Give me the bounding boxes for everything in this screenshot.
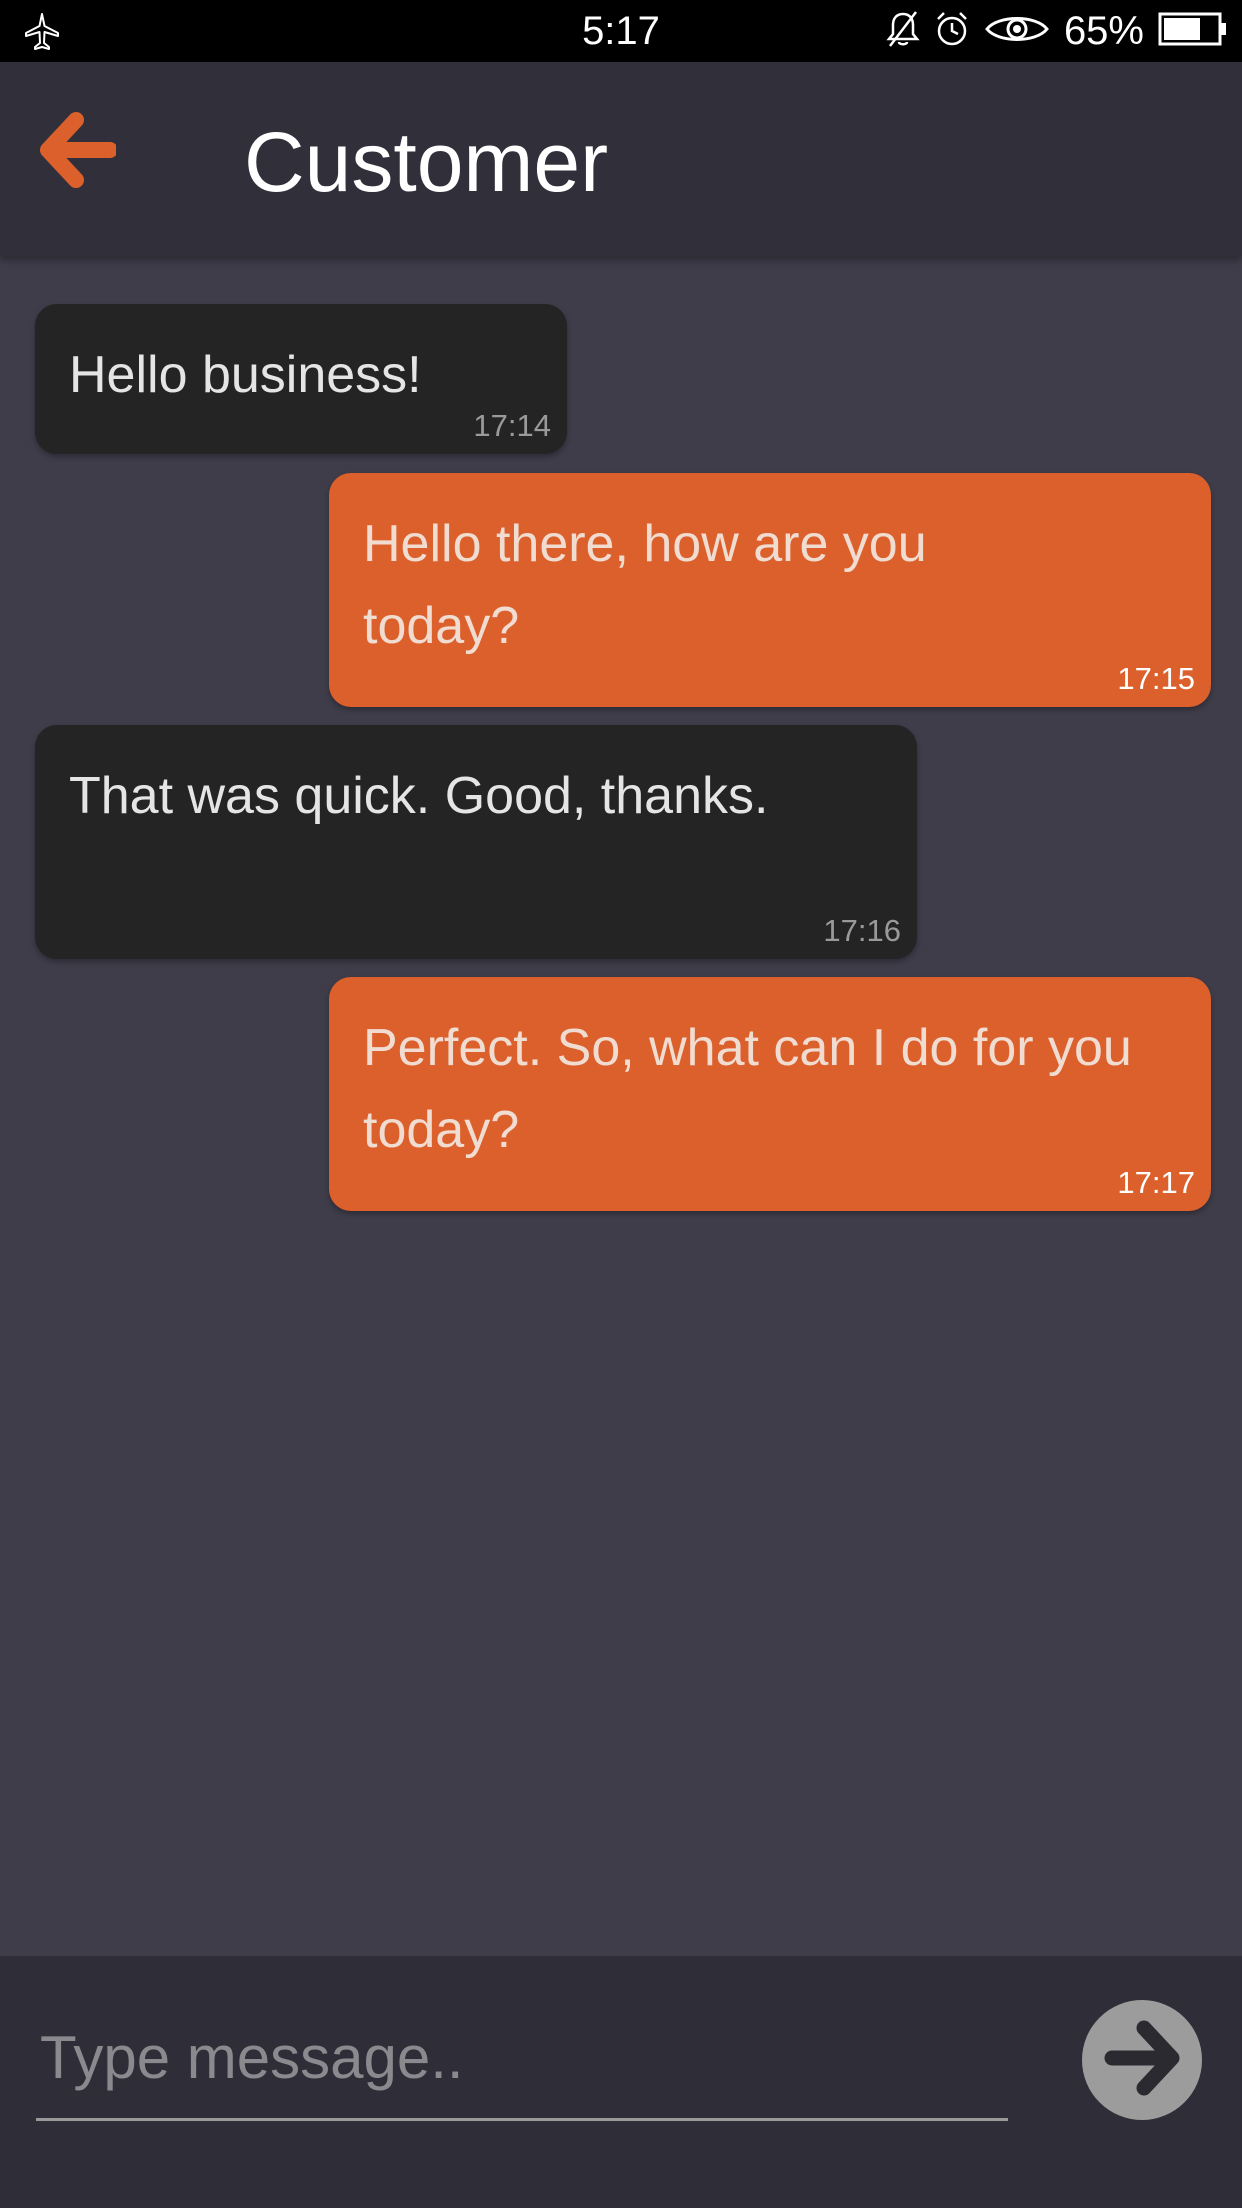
battery-icon	[1158, 12, 1228, 51]
message-time: 17:15	[1117, 661, 1195, 696]
send-button[interactable]	[1082, 2000, 1202, 2120]
battery-percent: 65%	[1063, 9, 1144, 53]
arrow-right-icon	[1100, 2016, 1184, 2105]
status-right-icons: 65%	[886, 8, 1228, 54]
message-input[interactable]	[36, 2016, 1008, 2121]
message-time: 17:17	[1117, 1165, 1195, 1200]
message-bubble-incoming: Hello business! 17:14	[35, 304, 567, 454]
message-list[interactable]: Hello business! 17:14 Hello there, how a…	[0, 256, 1242, 1956]
alarm-icon	[934, 10, 970, 53]
arrow-left-icon	[40, 111, 118, 193]
message-time: 17:16	[823, 913, 901, 948]
message-time: 17:14	[473, 408, 551, 443]
message-bubble-outgoing: Hello there, how are you today? 17:15	[329, 473, 1211, 707]
page-title: Customer	[244, 115, 609, 209]
message-text: That was quick. Good, thanks.	[69, 767, 769, 825]
message-text: Hello business!	[69, 346, 422, 404]
status-bar: 5:17 65%	[0, 0, 1242, 62]
message-bubble-incoming: That was quick. Good, thanks. 17:16	[35, 725, 917, 959]
bell-off-icon	[886, 10, 920, 53]
message-text: Perfect. So, what can I do for you today…	[363, 1019, 1132, 1159]
message-text: Hello there, how are you today?	[363, 515, 927, 655]
app-bar: Customer	[0, 62, 1242, 256]
message-composer	[0, 1956, 1242, 2208]
eye-icon	[984, 10, 1050, 53]
message-bubble-outgoing: Perfect. So, what can I do for you today…	[329, 977, 1211, 1211]
back-button[interactable]	[32, 106, 124, 198]
